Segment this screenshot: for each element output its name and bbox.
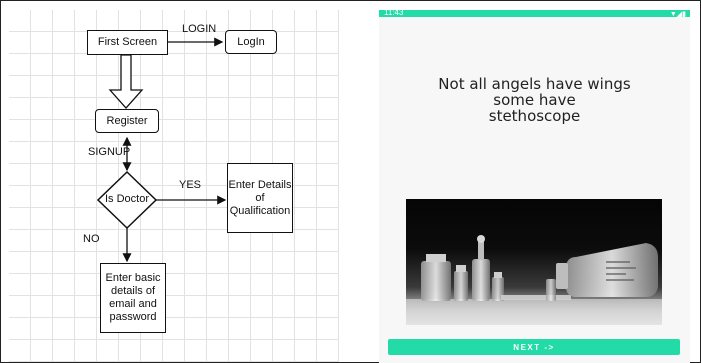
medicine-bottles-photo <box>406 199 662 325</box>
next-button-label: NEXT -> <box>513 342 555 352</box>
node-is-doctor-label: Is Doctor <box>104 193 149 205</box>
node-login: LogIn <box>225 30 277 54</box>
edge-label-yes: YES <box>179 179 202 191</box>
node-enter-basic-line-4: password <box>109 311 157 323</box>
node-first-screen-label: First Screen <box>97 36 158 48</box>
phone-screen: 11:43 ▼◢▮ Not all angels have wings some… <box>379 8 690 363</box>
node-enter-details-line-1: Enter Details <box>228 178 292 191</box>
node-register-label: Register <box>106 114 148 127</box>
node-first-screen: First Screen <box>87 30 168 55</box>
node-enter-basic-line-2: details of <box>110 285 156 297</box>
node-enter-basic-line-1: Enter basic <box>105 272 161 284</box>
hollow-arrow-first-to-register <box>108 54 144 109</box>
status-icons: ▼◢▮ <box>669 11 686 18</box>
next-button[interactable]: NEXT -> <box>388 339 680 355</box>
quote-line-1: Not all angels have wings <box>438 75 631 93</box>
quote-line-3: stethoscope <box>488 107 581 125</box>
node-login-label: LogIn <box>237 35 265 48</box>
node-enter-basic-line-3: email and <box>109 298 157 310</box>
flowchart-canvas: First Screen LogIn Register Is Doctor En… <box>9 10 339 362</box>
edge-label-no: NO <box>83 233 100 245</box>
medicine-bottles-illustration <box>406 235 662 325</box>
status-bar: 11:43 ▼◢▮ <box>379 8 690 18</box>
edge-label-login: LOGIN <box>182 23 217 35</box>
node-enter-basic: Enter basic details of email and passwor… <box>100 263 166 333</box>
node-enter-details: Enter Details of Qualification <box>227 163 293 233</box>
status-time: 11:43 <box>384 8 404 17</box>
node-enter-details-line-3: Qualification <box>229 204 291 217</box>
edge-label-signup: SIGNUP <box>88 146 131 158</box>
node-register: Register <box>95 109 159 133</box>
quote-line-2: some have <box>493 91 576 109</box>
quote-text: Not all angels have wings some have stet… <box>399 76 670 124</box>
node-enter-details-line-2: of <box>255 191 265 204</box>
